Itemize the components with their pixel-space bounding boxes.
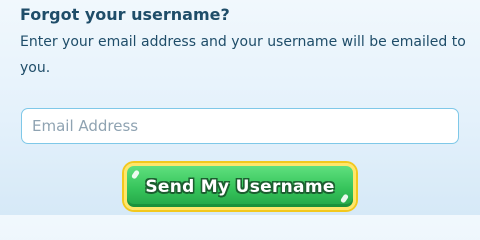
send-username-label: Send My Username [145, 176, 335, 197]
email-field[interactable] [21, 108, 459, 144]
forgot-username-panel: Forgot your username? Enter your email a… [0, 0, 480, 215]
instructions-text: Enter your email address and your userna… [20, 34, 466, 76]
send-username-button[interactable]: Send My Username [124, 163, 356, 210]
page-title: Forgot your username? [20, 5, 230, 24]
